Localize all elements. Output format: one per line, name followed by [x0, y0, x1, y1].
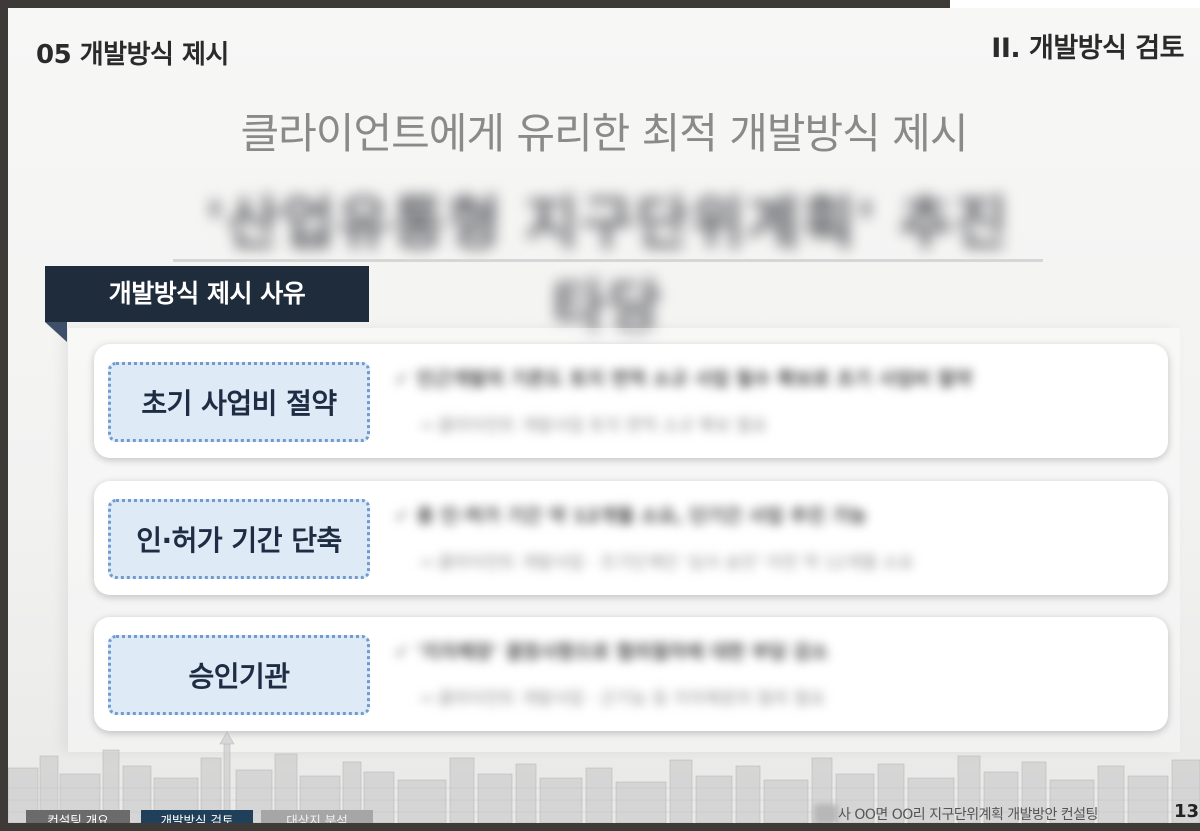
redacted-company-name: [814, 804, 838, 823]
headline: 클라이언트에게 유리한 최적 개발방식 제시: [240, 109, 969, 158]
detail-primary: ✓ '지자체장' 결정사항으로 협의절차에 대한 부담 감소: [394, 641, 829, 663]
tab-fold-corner: [45, 322, 67, 342]
footer-tab-site-analysis[interactable]: 대상지 분석: [261, 810, 373, 823]
footer-tab-development-review[interactable]: 개발방식 검토: [141, 810, 253, 823]
detail-secondary: → 클라이언트 개발사업 토지 면적 소규 확보 필요: [418, 416, 768, 436]
reason-detail-blurred: ✓ 인근개발의 기존도 토지 면적 소규 사업 필수 확보로 초기 사업비 절약…: [394, 354, 1154, 448]
reason-label: 인·허가 기간 단축: [108, 499, 370, 579]
reason-row: 초기 사업비 절약 ✓ 인근개발의 기존도 토지 면적 소규 사업 필수 확보로…: [94, 344, 1168, 458]
reason-detail-blurred: ✓ 총 인·허가 기간 약 12개월 소요, 단기간 사업 추진 가능 → 클라…: [394, 491, 1154, 585]
top-border-accent: [950, 0, 1200, 8]
detail-primary: ✓ 총 인·허가 기간 약 12개월 소요, 단기간 사업 추진 가능: [394, 505, 867, 527]
detail-primary: ✓ 인근개발의 기존도 토지 면적 소규 사업 필수 확보로 초기 사업비 절약: [394, 368, 973, 390]
footer-document-title: 사 OO면 OO리 지구단위계획 개발방안 컨설팅: [838, 807, 1098, 823]
reason-row: 인·허가 기간 단축 ✓ 총 인·허가 기간 약 12개월 소요, 단기간 사업…: [94, 481, 1168, 595]
reason-detail-blurred: ✓ '지자체장' 결정사항으로 협의절차에 대한 부담 감소 → 클라이언트 개…: [394, 627, 1154, 721]
reason-row: 승인기관 ✓ '지자체장' 결정사항으로 협의절차에 대한 부담 감소 → 클라…: [94, 617, 1168, 731]
footer-tab-consulting-overview[interactable]: 컨설팅 개요: [26, 810, 130, 823]
blurred-title: '산업유통형 지구단위계획' 추진 타당: [206, 189, 1010, 341]
detail-secondary: → 클라이언트 개발사업 · 조기단계인 '심사 승인' 이전 약 12개월 소…: [418, 553, 914, 573]
chapter-title: II. 개발방식 검토: [991, 33, 1184, 64]
reason-label: 승인기관: [108, 635, 370, 715]
page-number: 13: [1174, 801, 1200, 822]
reason-tab: 개발방식 제시 사유: [45, 266, 369, 322]
detail-secondary: → 클라이언트 개발사업 · 군기능 등 지자체장의 협의 필요: [418, 689, 825, 709]
title-underline: [173, 259, 1043, 262]
section-title: 05 개발방식 제시: [36, 40, 229, 70]
slide: 05 개발방식 제시 II. 개발방식 검토 클라이언트에게 유리한 최적 개발…: [8, 8, 1200, 823]
reason-label: 초기 사업비 절약: [108, 362, 370, 442]
